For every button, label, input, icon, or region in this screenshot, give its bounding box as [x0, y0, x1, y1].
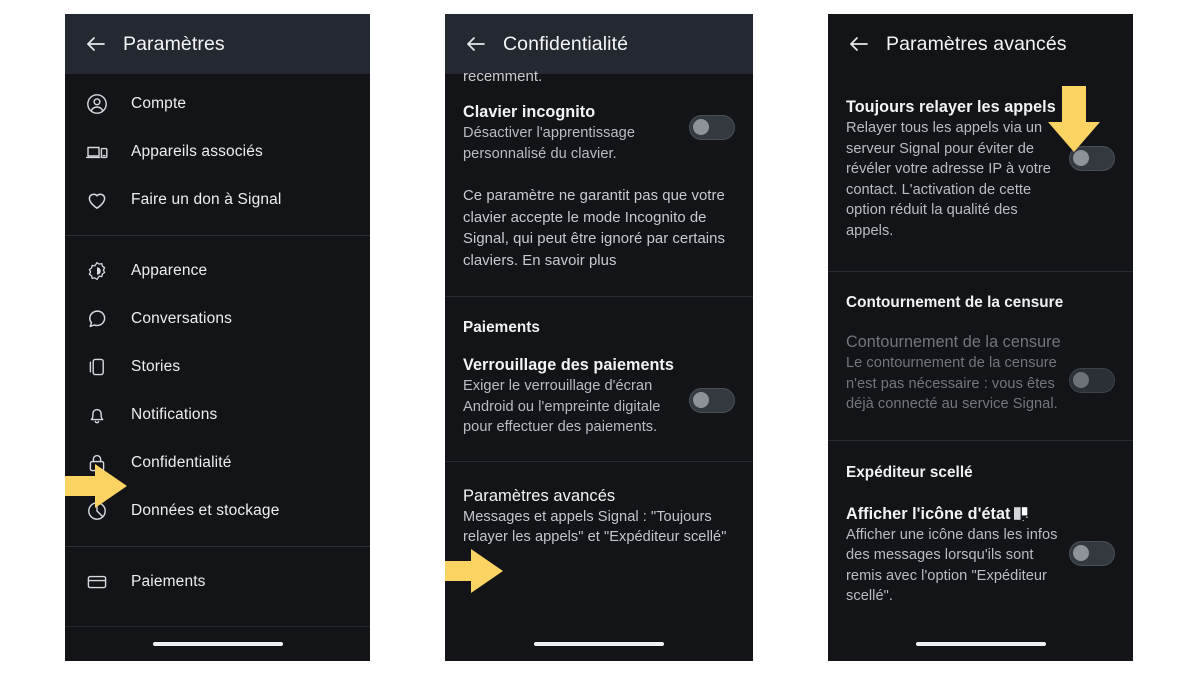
home-indicator[interactable]	[915, 642, 1046, 646]
sidebar-item-label: Données et stockage	[131, 502, 280, 519]
phone-screen-privacy: Confidentialité recemment. Clavier incog…	[445, 14, 753, 661]
sidebar-item-label: Stories	[131, 358, 181, 375]
sidebar-item-label: Paiements	[131, 573, 206, 590]
sidebar-item-conversations[interactable]: Conversations	[65, 295, 370, 343]
arrow-left-icon[interactable]	[463, 31, 489, 57]
toggle-knob	[1073, 544, 1089, 561]
setting-title: Verrouillage des paiements	[463, 356, 674, 374]
page-title: Paramètres avancés	[886, 32, 1067, 55]
setting-subtitle: Messages et appels Signal : "Toujours re…	[463, 508, 727, 546]
toggle-knob	[693, 119, 709, 135]
home-indicator-area	[828, 627, 1133, 661]
sidebar-item-donate[interactable]: Faire un don à Signal	[65, 176, 370, 224]
section-header-censorship: Contournement de la censure	[846, 294, 1064, 311]
setting-incognito-keyboard[interactable]: Clavier incognito Désactiver l'apprentis…	[445, 101, 753, 164]
bell-icon	[85, 403, 109, 427]
home-indicator[interactable]	[152, 642, 283, 646]
section-header-sealed-sender: Expéditeur scellé	[846, 463, 973, 481]
privacy-scroll-content[interactable]: recemment. Clavier incognito Désactiver …	[445, 67, 753, 548]
sealed-sender-icon	[1014, 505, 1031, 521]
setting-title: Paramètres avancés	[463, 486, 616, 505]
toggle-knob	[1073, 372, 1089, 388]
sidebar-item-label: Confidentialité	[131, 454, 232, 471]
setting-title: Contournement de la censure	[846, 333, 1061, 351]
page-title: Paramètres	[123, 32, 225, 55]
sidebar-item-notifications[interactable]: Notifications	[65, 391, 370, 439]
sidebar-item-label: Faire un don à Signal	[131, 191, 282, 208]
settings-header: Paramètres	[65, 14, 370, 74]
setting-advanced[interactable]: Paramètres avancés Messages et appels Si…	[445, 485, 753, 548]
privacy-header: Confidentialité	[445, 14, 753, 74]
sidebar-item-account[interactable]: Compte	[65, 80, 370, 128]
setting-title: Toujours relayer les appels	[846, 98, 1056, 116]
home-indicator[interactable]	[534, 642, 664, 646]
annotation-arrow-privacy	[65, 462, 129, 510]
setting-title: Clavier incognito	[463, 103, 596, 121]
advanced-header: Paramètres avancés	[828, 14, 1133, 74]
home-indicator-area	[445, 627, 753, 661]
phone-screen-settings: Paramètres Compte Appareils associés Fai…	[65, 14, 370, 661]
setting-censorship-circumvention: Contournement de la censure Le contourne…	[828, 331, 1133, 415]
incognito-keyboard-toggle[interactable]	[689, 115, 735, 140]
arrow-left-icon[interactable]	[846, 31, 872, 57]
home-indicator-area	[65, 627, 370, 661]
sidebar-item-label: Apparence	[131, 262, 208, 279]
annotation-arrow-relay-toggle	[1046, 86, 1102, 154]
section-divider	[828, 439, 1133, 441]
setting-subtitle: Relayer tous les appels via un serveur S…	[846, 120, 1051, 239]
account-icon	[85, 92, 109, 116]
incognito-note: Ce paramètre ne garantit pas que votre c…	[463, 188, 725, 269]
arrow-left-icon[interactable]	[83, 31, 109, 57]
setting-payment-lock[interactable]: Verrouillage des paiements Exiger le ver…	[445, 354, 753, 438]
sidebar-item-appearance[interactable]: Apparence	[65, 247, 370, 295]
appearance-icon	[85, 259, 109, 283]
censorship-circumvention-toggle	[1069, 368, 1115, 393]
sidebar-item-payments[interactable]: Paiements	[65, 558, 370, 606]
heart-icon	[85, 188, 109, 212]
setting-subtitle: Désactiver l'apprentissage personnalisé …	[463, 125, 635, 162]
sidebar-item-label: Compte	[131, 95, 187, 112]
setting-subtitle: Exiger le verrouillage d'écran Android o…	[463, 378, 661, 435]
sidebar-item-label: Conversations	[131, 310, 233, 327]
section-divider	[445, 296, 753, 297]
settings-list: Compte Appareils associés Faire un don à…	[65, 74, 370, 606]
setting-title: Afficher l'icône d'état	[846, 503, 1061, 525]
sidebar-item-label: Notifications	[131, 406, 218, 423]
show-status-icon-toggle[interactable]	[1069, 540, 1115, 566]
setting-subtitle: Afficher une icône dans les infos des me…	[846, 526, 1058, 605]
annotation-arrow-advanced	[445, 547, 505, 595]
clipped-previous-text: recemment.	[463, 68, 543, 83]
stories-icon	[85, 355, 109, 379]
section-divider	[445, 460, 753, 462]
advanced-scroll-content[interactable]: Toujours relayer les appels Relayer tous…	[828, 96, 1133, 607]
list-divider	[65, 546, 370, 547]
page-title: Confidentialité	[503, 32, 629, 55]
setting-show-status-icon[interactable]: Afficher l'icône d'état Afficher une icô…	[828, 503, 1133, 607]
linked-devices-icon	[85, 140, 109, 164]
sidebar-item-stories[interactable]: Stories	[65, 343, 370, 391]
sidebar-item-label: Appareils associés	[131, 143, 263, 160]
section-divider	[828, 271, 1133, 272]
setting-title-text: Afficher l'icône d'état	[846, 504, 1011, 523]
sidebar-item-linked-devices[interactable]: Appareils associés	[65, 128, 370, 176]
credit-card-icon	[85, 570, 109, 594]
list-divider	[65, 235, 370, 236]
section-header-payments: Paiements	[463, 319, 540, 336]
screenshot-stage: Paramètres Compte Appareils associés Fai…	[0, 0, 1200, 675]
phone-screen-advanced: Paramètres avancés Toujours relayer les …	[828, 14, 1133, 661]
setting-subtitle: Le contournement de la censure n'est pas…	[846, 355, 1058, 412]
toggle-knob	[693, 392, 709, 408]
chat-bubble-icon	[85, 307, 109, 331]
payment-lock-toggle[interactable]	[689, 388, 735, 413]
